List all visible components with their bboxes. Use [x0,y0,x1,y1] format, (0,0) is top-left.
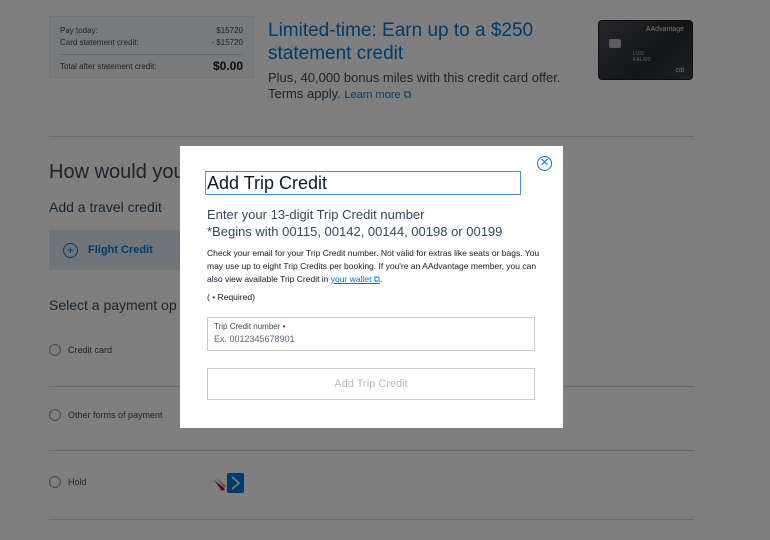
required-star: • [212,292,216,302]
required-text: Required) [217,292,255,302]
required-open: ( [207,292,210,302]
dialog-title: Add Trip Credit [205,171,521,195]
close-icon[interactable]: ✕ [537,156,552,171]
close-glyph: ✕ [539,157,550,169]
trip-credit-input[interactable] [214,334,528,344]
add-trip-credit-dialog: ✕ Add Trip Credit Enter your 13-digit Tr… [180,146,563,428]
required-note: ( • Required) [207,292,255,302]
add-trip-credit-button[interactable]: Add Trip Credit [207,368,535,400]
dialog-subtitle: Enter your 13-digit Trip Credit number *… [207,206,547,240]
trip-credit-field[interactable]: Trip Credit number • [207,317,535,351]
subtitle-line: *Begins with 00115, 00142, 00144, 00198 … [207,224,503,239]
field-label-text: Trip Credit number [214,322,281,331]
wallet-link[interactable]: your wallet ⧉ [331,274,380,284]
required-star: • [282,322,286,331]
subtitle-line: Enter your 13-digit Trip Credit number [207,207,425,222]
field-label: Trip Credit number • [214,322,528,331]
dialog-description: Check your email for your Trip Credit nu… [207,247,547,286]
description-end: . [379,274,383,284]
